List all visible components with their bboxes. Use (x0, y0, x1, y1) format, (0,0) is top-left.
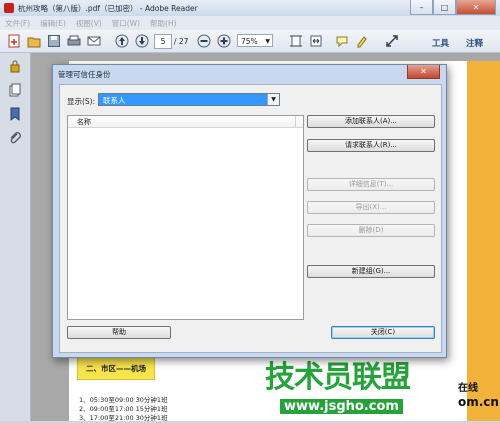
page-number-input[interactable]: 5 (154, 34, 172, 49)
section-heading: 二、市区——机场 (77, 356, 155, 380)
zoom-out-icon[interactable] (196, 33, 212, 49)
dialog-close-button[interactable]: ✕ (407, 65, 440, 79)
tools-pane-button[interactable]: 工具 (432, 37, 449, 49)
schedule-line: 2、09:00至17:00 15分钟1班 (79, 405, 168, 413)
details-button[interactable]: 详细信息(T)... (307, 178, 435, 191)
minimize-button[interactable]: – (410, 0, 433, 15)
page-total: / 27 (174, 37, 189, 46)
window-titlebar: 杭州攻略（第八版）.pdf（已加密） - Adobe Reader – □ ✕ (0, 0, 500, 17)
attachment-icon[interactable] (8, 131, 22, 145)
manage-trusted-identities-dialog: 管理可信任身份 ✕ 显示(S): 联系人 ▼ 名称 添加联系人(A)... 请求… (52, 64, 447, 358)
show-select-value: 联系人 (103, 96, 126, 105)
schedule-line: 3、17:00至21:00 30分钟1班 (79, 414, 168, 422)
menu-bar: 文件(F) 编辑(E) 视图(V) 窗口(W) 帮助(H) (0, 16, 500, 31)
comment-icon[interactable] (334, 33, 350, 49)
next-page-icon[interactable] (134, 33, 150, 49)
pdf-app-icon (4, 3, 14, 13)
add-contact-button[interactable]: 添加联系人(A)... (307, 115, 435, 128)
highlight-icon[interactable] (354, 33, 370, 49)
chevron-down-icon: ▼ (267, 94, 279, 105)
main-toolbar: 5 / 27 75% ▼ 工具 注释 (0, 30, 500, 53)
chevron-down-icon: ▼ (265, 38, 270, 45)
maximize-button[interactable]: □ (433, 0, 456, 15)
close-button[interactable]: 关闭(C) (331, 326, 435, 339)
show-label: 显示(S): (67, 97, 96, 106)
comment-pane-button[interactable]: 注释 (466, 37, 483, 49)
show-select[interactable]: 联系人 ▼ (98, 93, 280, 106)
identities-list[interactable]: 名称 (67, 115, 304, 320)
open-file-icon[interactable] (26, 33, 42, 49)
fit-page-icon[interactable] (288, 33, 304, 49)
dialog-body: 显示(S): 联系人 ▼ 名称 添加联系人(A)... 请求联系人(R)... … (59, 84, 442, 353)
menu-edit[interactable]: 编辑(E) (35, 16, 71, 30)
pages-icon[interactable] (8, 83, 22, 97)
zoom-select[interactable]: 75% ▼ (237, 34, 273, 47)
zoom-in-icon[interactable] (216, 33, 232, 49)
window-title: 杭州攻略（第八版）.pdf（已加密） - Adobe Reader (18, 4, 198, 13)
create-pdf-icon[interactable] (6, 33, 22, 49)
column-separator (295, 116, 296, 127)
menu-window[interactable]: 窗口(W) (107, 16, 145, 30)
lock-icon[interactable] (8, 59, 22, 73)
close-window-button[interactable]: ✕ (456, 0, 496, 15)
column-header-name: 名称 (77, 118, 91, 126)
export-button[interactable]: 导出(X)... (307, 201, 435, 214)
fullscreen-icon[interactable] (384, 33, 400, 49)
watermark-text: 技术员联盟 (265, 360, 411, 395)
request-contact-button[interactable]: 请求联系人(R)... (307, 139, 435, 152)
schedule-line: 1、05:30至09:00 30分钟1班 (79, 396, 168, 404)
new-group-button[interactable]: 新建组(G)... (307, 265, 435, 278)
zoom-value: 75% (241, 37, 258, 46)
print-icon[interactable] (66, 33, 82, 49)
navigation-rail (0, 53, 31, 421)
watermark-suffix: 在线 (458, 383, 478, 394)
bookmark-icon[interactable] (8, 107, 22, 121)
menu-help[interactable]: 帮助(H) (145, 16, 182, 30)
menu-file[interactable]: 文件(F) (0, 16, 35, 30)
previous-page-icon[interactable] (114, 33, 130, 49)
help-button[interactable]: 帮助 (67, 326, 171, 339)
dialog-title: 管理可信任身份 (58, 70, 111, 79)
email-icon[interactable] (86, 33, 102, 49)
delete-button[interactable]: 删除(D) (307, 224, 435, 237)
watermark-url-suffix: om.cn (458, 395, 499, 409)
schedule-list: 1、05:30至09:00 30分钟1班 2、09:00至17:00 15分钟1… (79, 396, 168, 423)
window-controls: – □ ✕ (410, 0, 496, 15)
watermark-url: www.jsgho.com (280, 399, 403, 414)
menu-view[interactable]: 视图(V) (71, 16, 107, 30)
page-side-band (467, 61, 500, 421)
save-icon[interactable] (46, 33, 62, 49)
list-header[interactable]: 名称 (68, 116, 303, 128)
fit-width-icon[interactable] (308, 33, 324, 49)
